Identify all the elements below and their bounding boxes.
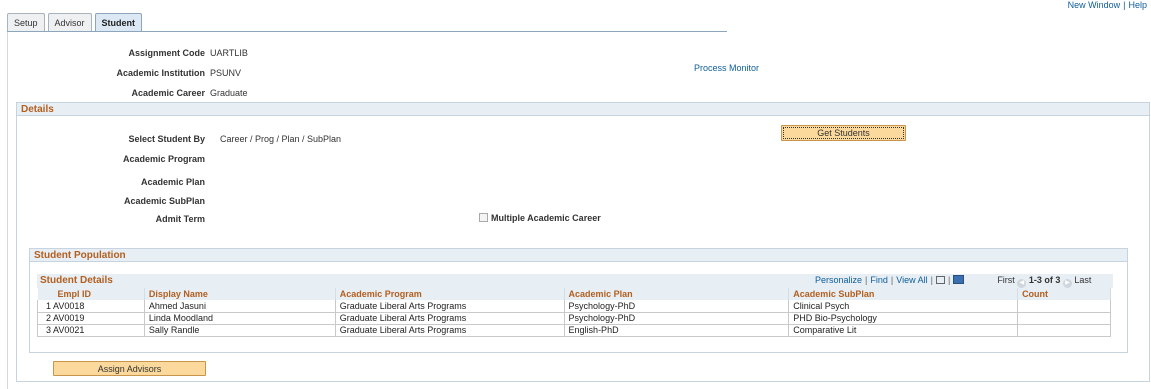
select-student-by-value: Career / Prog / Plan / SubPlan bbox=[220, 134, 342, 144]
tab-advisor[interactable]: Advisor bbox=[47, 13, 92, 32]
multiple-academic-career-label: Multiple Academic Career bbox=[491, 213, 601, 223]
academic-institution-label: Academic Institution bbox=[116, 68, 205, 78]
get-students-button[interactable]: Get Students bbox=[781, 125, 906, 141]
academic-institution-value: PSUNV bbox=[210, 68, 242, 78]
page-tabs: Setup Advisor Student bbox=[7, 13, 145, 32]
download-excel-icon[interactable] bbox=[953, 275, 965, 284]
nav-separator: | bbox=[947, 275, 951, 285]
zoom-grid-icon[interactable] bbox=[935, 276, 945, 284]
multiple-academic-career-field: Multiple Academic Career bbox=[479, 213, 601, 223]
table-row: 1 AV0018 Ahmed Jasuni Graduate Liberal A… bbox=[37, 300, 1111, 313]
row-range: 1-3 of 3 bbox=[1028, 275, 1061, 285]
academic-subplan-cell: PHD Bio-Psychology bbox=[788, 312, 1019, 325]
grid-header-row: Empl ID Display Name Academic Program Ac… bbox=[37, 288, 1111, 300]
student-population-header: Student Population bbox=[29, 248, 1128, 262]
help-link[interactable]: Help bbox=[1128, 0, 1147, 10]
academic-program-cell: Graduate Liberal Arts Programs bbox=[335, 300, 565, 313]
assignment-code-label: Assignment Code bbox=[128, 48, 205, 58]
view-all-link[interactable]: View All bbox=[896, 275, 927, 285]
table-row: 3 AV0021 Sally Randle Graduate Liberal A… bbox=[37, 324, 1111, 337]
academic-subplan-cell: Clinical Psych bbox=[788, 300, 1019, 313]
academic-career-label: Academic Career bbox=[131, 88, 205, 98]
count-cell bbox=[1017, 324, 1111, 337]
table-row: 2 AV0019 Linda Moodland Graduate Liberal… bbox=[37, 312, 1111, 325]
top-links: New Window | Help bbox=[1068, 0, 1147, 10]
academic-plan-cell: Psychology-PhD bbox=[564, 300, 790, 313]
academic-plan-label: Academic Plan bbox=[140, 177, 205, 187]
multiple-academic-career-checkbox[interactable] bbox=[479, 213, 488, 222]
details-section-header: Details bbox=[16, 102, 1150, 116]
link-separator: | bbox=[1123, 0, 1126, 10]
academic-plan-cell: English-PhD bbox=[564, 324, 790, 337]
empl-id-cell: 2 AV0019 bbox=[37, 312, 145, 325]
col-academic-program: Academic Program bbox=[335, 288, 565, 300]
empl-id-cell: 1 AV0018 bbox=[37, 300, 145, 313]
tab-underline bbox=[7, 31, 727, 32]
nav-separator: | bbox=[930, 275, 933, 285]
display-name-cell: Sally Randle bbox=[144, 324, 336, 337]
display-name-cell: Ahmed Jasuni bbox=[144, 300, 336, 313]
col-count: Count bbox=[1017, 288, 1111, 300]
new-window-link[interactable]: New Window bbox=[1068, 0, 1121, 10]
count-cell bbox=[1017, 312, 1111, 325]
previous-arrow-icon[interactable]: ◀ bbox=[1017, 279, 1027, 288]
col-academic-subplan: Academic SubPlan bbox=[788, 288, 1019, 300]
academic-subplan-cell: Comparative Lit bbox=[788, 324, 1019, 337]
nav-separator: | bbox=[890, 275, 894, 285]
display-name-cell: Linda Moodland bbox=[144, 312, 336, 325]
empl-id-cell: 3 AV0021 bbox=[37, 324, 145, 337]
assign-advisors-button[interactable]: Assign Advisors bbox=[53, 361, 206, 376]
assignment-code-value: UARTLIB bbox=[210, 48, 248, 58]
col-display-name: Display Name bbox=[144, 288, 336, 300]
academic-program-cell: Graduate Liberal Arts Programs bbox=[335, 312, 565, 325]
find-link[interactable]: Find bbox=[870, 275, 888, 285]
academic-plan-cell: Psychology-PhD bbox=[564, 312, 790, 325]
student-details-grid: Empl ID Display Name Academic Program Ac… bbox=[37, 288, 1111, 337]
next-arrow-icon[interactable]: ▶ bbox=[1062, 279, 1072, 288]
admit-term-label: Admit Term bbox=[155, 214, 205, 224]
grid-navigation: Personalize | Find | View All | | First ◀ 1-3 … bbox=[815, 275, 1091, 288]
count-cell bbox=[1017, 300, 1111, 313]
academic-program-cell: Graduate Liberal Arts Programs bbox=[335, 324, 565, 337]
academic-subplan-label: Academic SubPlan bbox=[123, 196, 205, 206]
last-label: Last bbox=[1074, 275, 1092, 285]
student-details-title: Student Details bbox=[40, 275, 113, 286]
page-left-border bbox=[7, 32, 8, 389]
select-student-by-label: Select Student By bbox=[128, 134, 205, 144]
academic-career-value: Graduate bbox=[210, 88, 248, 98]
first-label: First bbox=[997, 275, 1015, 285]
col-academic-plan: Academic Plan bbox=[564, 288, 790, 300]
tab-setup[interactable]: Setup bbox=[7, 13, 45, 32]
academic-program-label: Academic Program bbox=[122, 154, 205, 164]
tab-student[interactable]: Student bbox=[94, 13, 143, 32]
nav-separator: | bbox=[865, 275, 868, 285]
col-empl-id: Empl ID bbox=[37, 288, 145, 300]
process-monitor-link[interactable]: Process Monitor bbox=[694, 63, 759, 73]
personalize-link[interactable]: Personalize bbox=[815, 275, 862, 285]
